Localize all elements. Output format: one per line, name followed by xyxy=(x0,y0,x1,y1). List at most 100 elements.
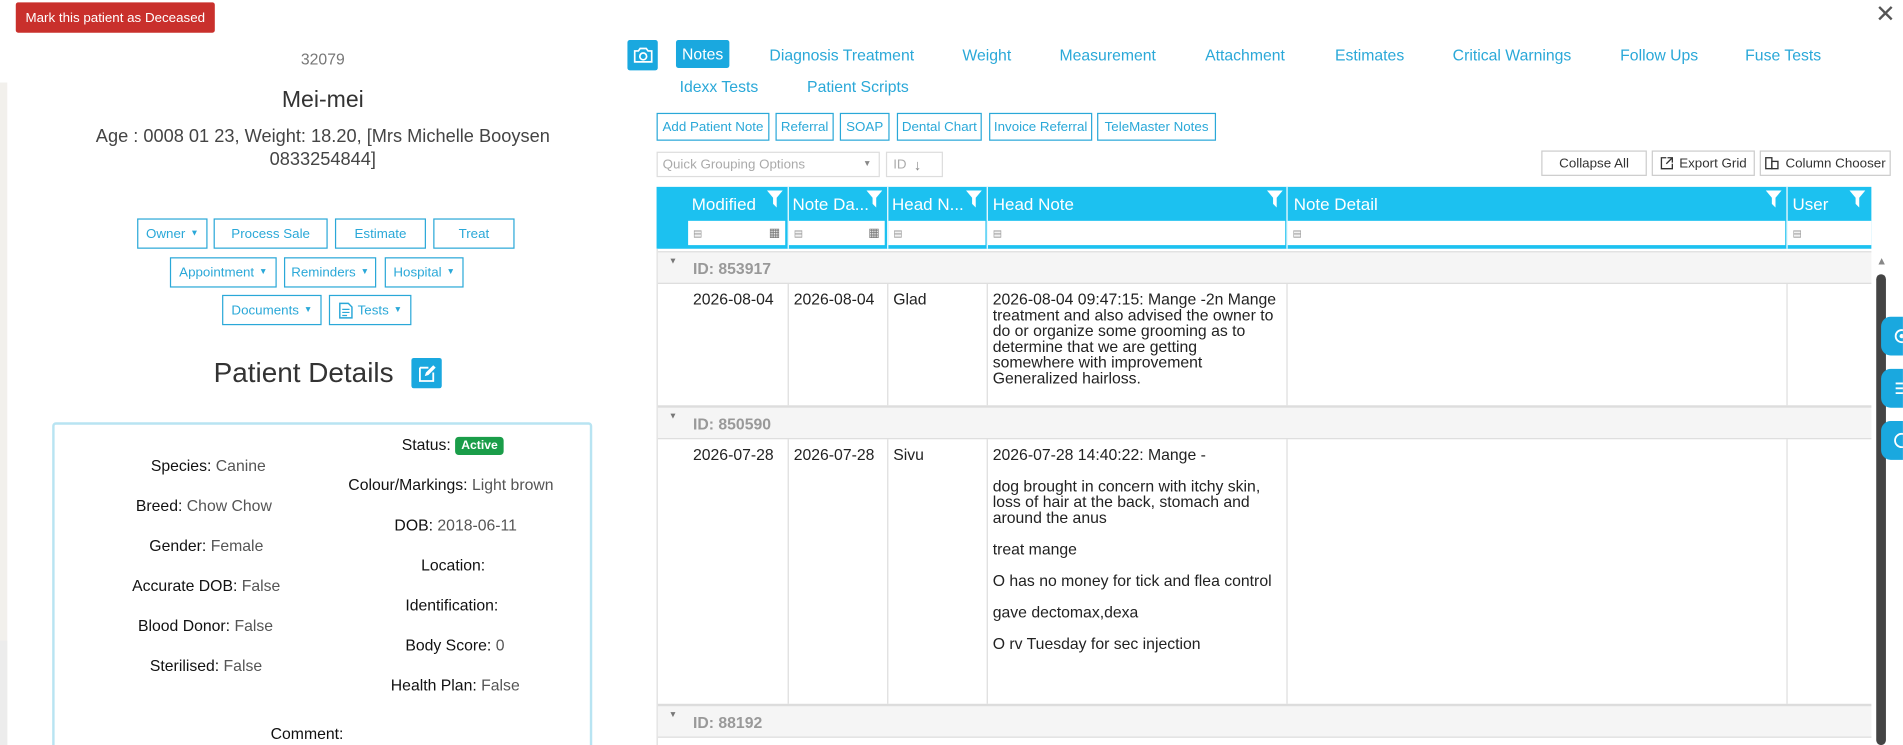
background-edge-bottom xyxy=(0,640,8,745)
expand-icon[interactable]: ▼ xyxy=(669,413,677,421)
cell-head-name: Glad xyxy=(888,283,988,406)
filter-icon[interactable] xyxy=(766,190,783,208)
location-field: Location: xyxy=(421,555,486,574)
caret-down-icon: ▼ xyxy=(258,268,268,277)
column-header-head-name[interactable]: Head N... xyxy=(885,187,972,220)
filter-icon[interactable] xyxy=(1266,190,1283,208)
tests-label: Tests xyxy=(357,302,389,318)
list-icon xyxy=(1895,382,1903,395)
table-row[interactable]: 2026-07-28 2026-07-28 Sivu 2026-07-28 14… xyxy=(657,439,1872,705)
dental-chart-button[interactable]: Dental Chart xyxy=(896,112,982,141)
side-panel-tab-list[interactable] xyxy=(1881,368,1903,408)
species-field: Species: Canine xyxy=(150,456,266,475)
expand-icon[interactable]: ▼ xyxy=(669,711,677,719)
cell-modified: 2026-07-28 xyxy=(658,439,789,704)
filter-input-note-date[interactable]: ▤ ▦ xyxy=(788,220,885,246)
sterilised-field: Sterilised: False xyxy=(149,656,263,675)
cell-note-date: 2026-07-28 xyxy=(789,439,889,704)
documents-dropdown[interactable]: Documents ▼ xyxy=(222,294,322,326)
filter-icon[interactable] xyxy=(966,190,982,208)
tab-diagnosis-treatment[interactable]: Diagnosis Treatment xyxy=(769,46,914,64)
appointment-dropdown[interactable]: Appointment ▼ xyxy=(169,257,277,288)
tab-weight[interactable]: Weight xyxy=(962,46,1011,64)
breed-field: Breed: Chow Chow xyxy=(135,496,272,515)
caret-down-icon: ▼ xyxy=(446,268,455,277)
cell-modified: 2026-08-04 xyxy=(658,283,789,406)
close-icon[interactable]: ✕ xyxy=(1875,2,1895,26)
note-text: 2026-08-04 09:47:15: Mange -2n Mange tre… xyxy=(992,290,1277,388)
filter-icon[interactable] xyxy=(1849,190,1866,208)
owner-label: Owner xyxy=(146,226,186,241)
group-label: ID: 853917 xyxy=(692,259,772,278)
caret-down-icon: ▼ xyxy=(393,305,403,315)
filter-input-modified[interactable]: ▤ ▦ xyxy=(688,220,786,246)
hospital-label: Hospital xyxy=(393,265,442,280)
sort-field-label: ID xyxy=(893,157,907,172)
patient-details-title: Patient Details xyxy=(213,356,394,389)
column-header-user[interactable]: User xyxy=(1785,187,1846,220)
filter-input-note-detail[interactable]: ▤ xyxy=(1287,220,1786,246)
health-plan-field: Health Plan: False xyxy=(390,675,520,695)
group-row[interactable]: ▼ ID: 88192 xyxy=(657,704,1872,738)
scroll-up-icon[interactable]: ▲ xyxy=(1876,255,1887,267)
filter-input-user[interactable]: ▤ xyxy=(1787,220,1872,246)
filter-input-head-note[interactable]: ▤ xyxy=(987,220,1286,246)
tab-measurement[interactable]: Measurement xyxy=(1059,46,1155,64)
cell-head-note: 2026-08-04 09:47:15: Mange -2n Mange tre… xyxy=(988,283,1288,406)
soap-button[interactable]: SOAP xyxy=(839,112,890,141)
side-panel-tab-settings[interactable] xyxy=(1881,316,1903,356)
group-row[interactable]: ▼ ID: 850590 xyxy=(657,406,1872,440)
tab-follow-ups[interactable]: Follow Ups xyxy=(1620,46,1698,64)
column-header-note-date[interactable]: Note Da... xyxy=(785,187,876,220)
export-grid-button[interactable]: Export Grid xyxy=(1651,150,1755,176)
group-row[interactable]: ▼ ID: 853917 xyxy=(657,251,1872,284)
invoice-referral-button[interactable]: Invoice Referral xyxy=(989,112,1093,141)
caret-down-icon: ▼ xyxy=(862,160,872,169)
estimate-button[interactable]: Estimate xyxy=(334,218,426,249)
tab-attachment[interactable]: Attachment xyxy=(1205,46,1285,64)
mark-deceased-button[interactable]: Mark this patient as Deceased xyxy=(15,2,215,33)
accurate-dob-field: Accurate DOB: False xyxy=(132,576,281,595)
settings-icon xyxy=(1894,329,1903,344)
tab-idexx-tests[interactable]: Idexx Tests xyxy=(680,78,759,96)
quick-grouping-select[interactable]: Quick Grouping Options ▼ xyxy=(656,151,880,178)
referral-button[interactable]: Referral xyxy=(775,112,834,141)
column-header-note-detail[interactable]: Note Detail xyxy=(1286,187,1529,220)
cell-user xyxy=(1788,284,1872,405)
column-header-head-note[interactable]: Head Note xyxy=(985,187,1228,220)
tab-patient-scripts[interactable]: Patient Scripts xyxy=(807,78,909,96)
telemaster-notes-button[interactable]: TeleMaster Notes xyxy=(1097,112,1217,141)
reminders-dropdown[interactable]: Reminders ▼ xyxy=(283,257,377,288)
cell-head-name: Sivu xyxy=(888,439,988,704)
quick-grouping-placeholder: Quick Grouping Options xyxy=(662,157,806,172)
cell-head-note: 2026-07-28 14:40:22: Mange - dog brought… xyxy=(988,439,1288,704)
grid-body: ▼ ID: 853917 2026-08-04 2026-08-04 Glad … xyxy=(656,248,1872,745)
filter-icon[interactable] xyxy=(1765,190,1782,208)
filter-icon[interactable] xyxy=(866,190,883,208)
collapse-all-button[interactable]: Collapse All xyxy=(1541,150,1647,176)
treat-button[interactable]: Treat xyxy=(433,218,515,249)
table-row[interactable]: 2026-08-04 2026-08-04 Glad 2026-08-04 09… xyxy=(657,283,1872,407)
owner-dropdown[interactable]: Owner ▼ xyxy=(137,218,208,249)
column-chooser-button[interactable]: Column Chooser xyxy=(1759,150,1891,176)
add-patient-note-button[interactable]: Add Patient Note xyxy=(656,112,770,141)
tab-notes[interactable]: Notes xyxy=(675,40,730,68)
edit-patient-button[interactable] xyxy=(411,357,442,389)
export-icon xyxy=(1660,157,1673,170)
filter-input-head-name[interactable]: ▤ xyxy=(888,220,986,246)
tab-critical-warnings[interactable]: Critical Warnings xyxy=(1453,46,1572,64)
caret-down-icon: ▼ xyxy=(190,229,199,238)
sort-field-select[interactable]: ID ↓ xyxy=(885,151,943,178)
edit-icon xyxy=(418,364,436,382)
group-label: ID: 850590 xyxy=(692,414,772,434)
process-sale-button[interactable]: Process Sale xyxy=(213,218,328,249)
expand-icon[interactable]: ▼ xyxy=(669,257,677,265)
tab-fuse-tests[interactable]: Fuse Tests xyxy=(1745,46,1821,64)
side-panel-tab-chat[interactable] xyxy=(1881,421,1903,460)
status-badge: Active xyxy=(455,436,504,456)
note-line: O has no money for tick and flea control xyxy=(992,571,1272,590)
tests-dropdown[interactable]: Tests ▼ xyxy=(328,294,412,326)
hospital-dropdown[interactable]: Hospital ▼ xyxy=(384,257,464,288)
tab-estimates[interactable]: Estimates xyxy=(1335,46,1404,64)
camera-button[interactable] xyxy=(627,40,658,71)
